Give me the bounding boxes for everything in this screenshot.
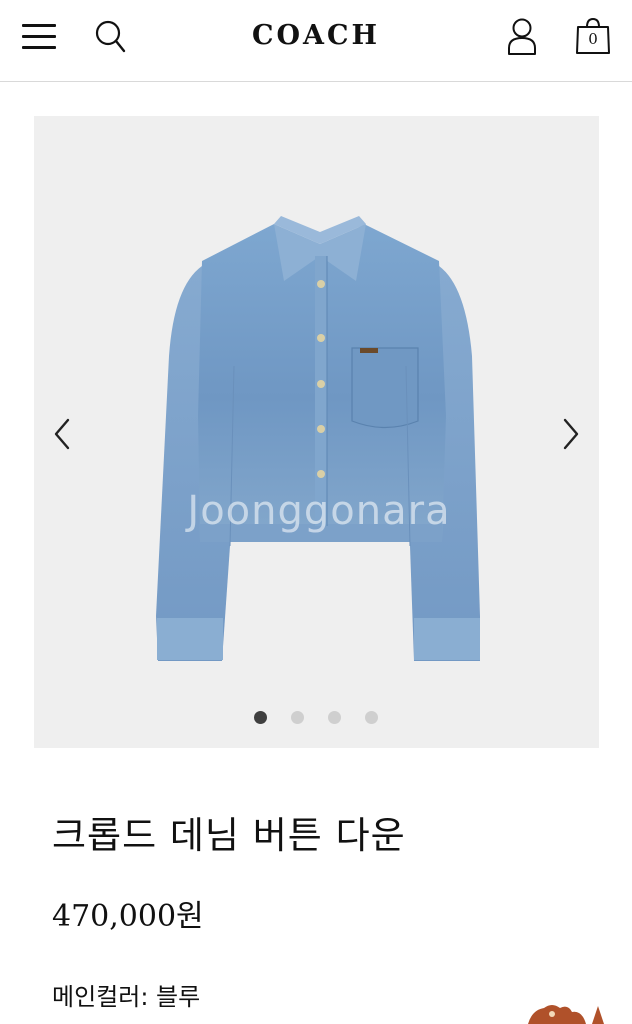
cart-count-badge: 0	[588, 30, 598, 48]
product-title: 크롭드 데님 버튼 다운	[52, 814, 406, 857]
product-page: COACH 0 Joonggonara 크롭드 데님 버튼 다운 470,000…	[0, 0, 632, 1024]
carousel-pagination	[34, 711, 599, 725]
carousel-dot-1[interactable]	[254, 711, 267, 724]
product-image-carousel[interactable]: Joonggonara	[34, 116, 599, 748]
product-price: 470,000원	[52, 899, 204, 934]
mascot-icon	[528, 1005, 604, 1024]
search-icon[interactable]	[94, 18, 128, 56]
carousel-dot-2[interactable]	[291, 711, 304, 724]
site-header: COACH 0	[0, 0, 632, 82]
user-icon[interactable]	[505, 16, 539, 56]
carousel-dot-4[interactable]	[365, 711, 378, 724]
shopping-bag-icon[interactable]: 0	[574, 15, 612, 57]
brand-logo[interactable]: COACH	[190, 20, 442, 52]
hamburger-menu-icon[interactable]	[22, 22, 58, 54]
product-color: 메인컬러: 블루	[52, 983, 201, 1011]
product-image	[156, 216, 480, 661]
carousel-dot-3[interactable]	[328, 711, 341, 724]
chevron-right-icon[interactable]	[555, 414, 589, 454]
chevron-left-icon[interactable]	[44, 414, 78, 454]
